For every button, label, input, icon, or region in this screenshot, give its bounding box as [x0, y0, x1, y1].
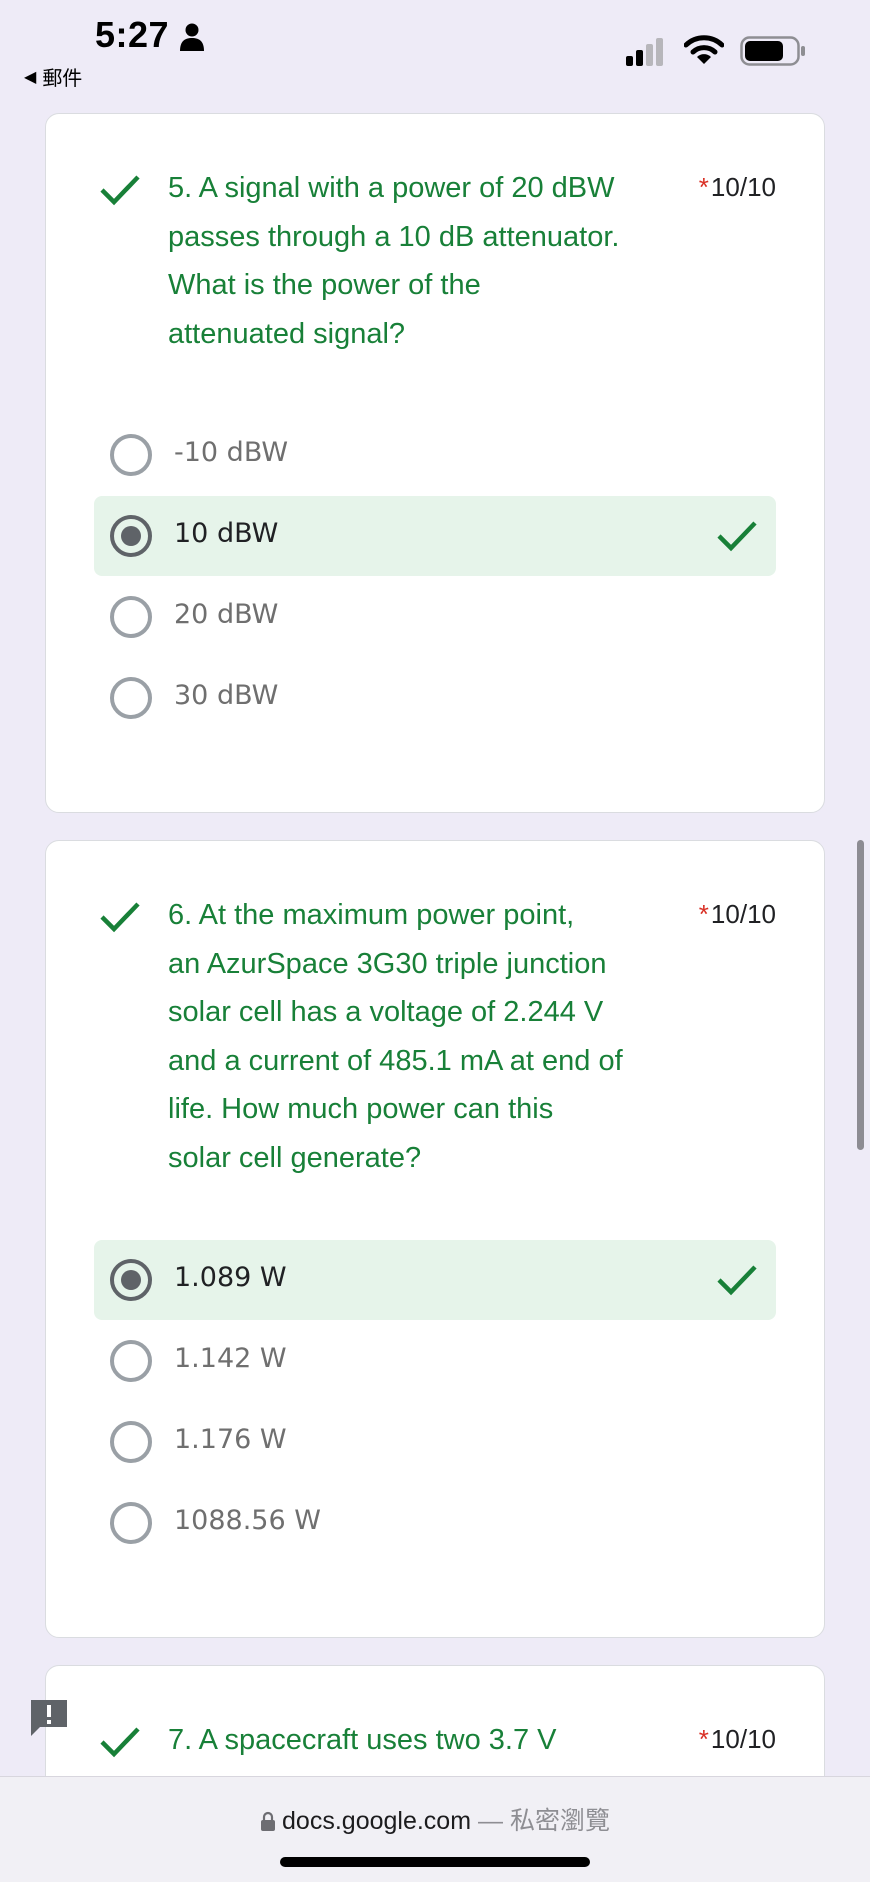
option-label: 1.142 W — [174, 1343, 287, 1374]
person-icon — [180, 23, 204, 51]
question-text: 6. At the maximum power point, an AzurSp… — [168, 891, 688, 1182]
required-asterisk: * — [698, 899, 709, 929]
browser-url-bar[interactable]: docs.google.com — 私密瀏覽 — [0, 1776, 870, 1882]
points-value: 10/10 — [710, 1724, 776, 1754]
question-points: *10/10 — [699, 172, 776, 203]
back-triangle-icon: ◀ — [24, 68, 37, 86]
answer-option-selected[interactable]: 10 dBW — [94, 496, 776, 576]
question-line: and a current of 485.1 mA at end of — [168, 1044, 623, 1077]
report-feedback-icon[interactable] — [28, 1697, 70, 1739]
radio-button-checked[interactable] — [110, 1259, 152, 1301]
battery-icon — [740, 36, 805, 66]
correct-answer-check-icon — [717, 1265, 757, 1296]
points-value: 10/10 — [710, 899, 776, 929]
radio-button[interactable] — [110, 1421, 152, 1463]
url-domain: docs.google.com — [282, 1807, 472, 1835]
radio-button[interactable] — [110, 1340, 152, 1382]
page-scrollbar[interactable] — [857, 840, 864, 1150]
radio-button[interactable] — [110, 1502, 152, 1544]
answer-option[interactable]: 20 dBW — [94, 577, 776, 657]
question-line: life. How much power can this — [168, 1093, 554, 1125]
required-asterisk: * — [698, 1724, 709, 1754]
status-bar: 5:27 ◀ 郵件 — [0, 0, 870, 110]
question-line: passes through a 10 dB attenuator. — [168, 220, 620, 253]
question-line: 7. A spacecraft uses two 3.7 V — [168, 1724, 557, 1756]
correct-check-icon — [100, 902, 140, 933]
question-points: *10/10 — [699, 1724, 776, 1755]
question-card-5: 5. A signal with a power of 20 dBW passe… — [45, 113, 825, 813]
url-display[interactable]: docs.google.com — 私密瀏覽 — [0, 1801, 870, 1837]
clock: 5:27 — [95, 14, 170, 55]
option-label: -10 dBW — [174, 437, 289, 468]
home-indicator[interactable] — [280, 1857, 590, 1867]
points-value: 10/10 — [710, 172, 776, 202]
back-to-mail-link[interactable]: ◀ 郵件 — [24, 62, 82, 91]
option-label: 30 dBW — [174, 680, 279, 711]
question-line: an AzurSpace 3G30 triple junction — [168, 947, 607, 980]
answer-option[interactable]: 30 dBW — [94, 658, 776, 738]
correct-check-icon — [100, 1727, 140, 1758]
radio-button[interactable] — [110, 677, 152, 719]
option-label: 20 dBW — [174, 599, 279, 630]
option-label: 1.089 W — [174, 1262, 287, 1293]
wifi-icon — [684, 35, 724, 64]
question-line: attenuated signal? — [168, 317, 406, 350]
answer-option[interactable]: -10 dBW — [94, 415, 776, 495]
question-text: 7. A spacecraft uses two 3.7 V — [168, 1716, 688, 1765]
correct-check-icon — [100, 175, 140, 206]
question-card-6: 6. At the maximum power point, an AzurSp… — [45, 840, 825, 1638]
question-line: solar cell generate? — [168, 1141, 422, 1174]
lock-icon — [261, 1811, 276, 1831]
private-browsing-label: 私密瀏覽 — [509, 1807, 610, 1835]
correct-answer-check-icon — [717, 521, 757, 552]
required-asterisk: * — [698, 172, 709, 202]
back-label: 郵件 — [42, 68, 83, 90]
question-line: 5. A signal with a power of 20 dBW — [168, 172, 615, 204]
question-line: solar cell has a voltage of 2.244 V — [168, 996, 604, 1028]
cellular-signal-icon — [626, 38, 663, 66]
option-label: 1.176 W — [174, 1424, 287, 1455]
answer-option[interactable]: 1088.56 W — [94, 1483, 776, 1563]
question-line: What is the power of the — [168, 269, 481, 301]
answer-option[interactable]: 1.176 W — [94, 1402, 776, 1482]
question-text: 5. A signal with a power of 20 dBW passe… — [168, 164, 688, 358]
answer-option[interactable]: 1.142 W — [94, 1321, 776, 1401]
url-separator: — — [471, 1807, 510, 1835]
option-label: 1088.56 W — [174, 1505, 321, 1536]
question-line: 6. At the maximum power point, — [168, 899, 575, 931]
radio-button[interactable] — [110, 434, 152, 476]
answer-option-selected[interactable]: 1.089 W — [94, 1240, 776, 1320]
question-points: *10/10 — [699, 899, 776, 930]
radio-button-checked[interactable] — [110, 515, 152, 557]
radio-button[interactable] — [110, 596, 152, 638]
option-label: 10 dBW — [174, 518, 279, 549]
